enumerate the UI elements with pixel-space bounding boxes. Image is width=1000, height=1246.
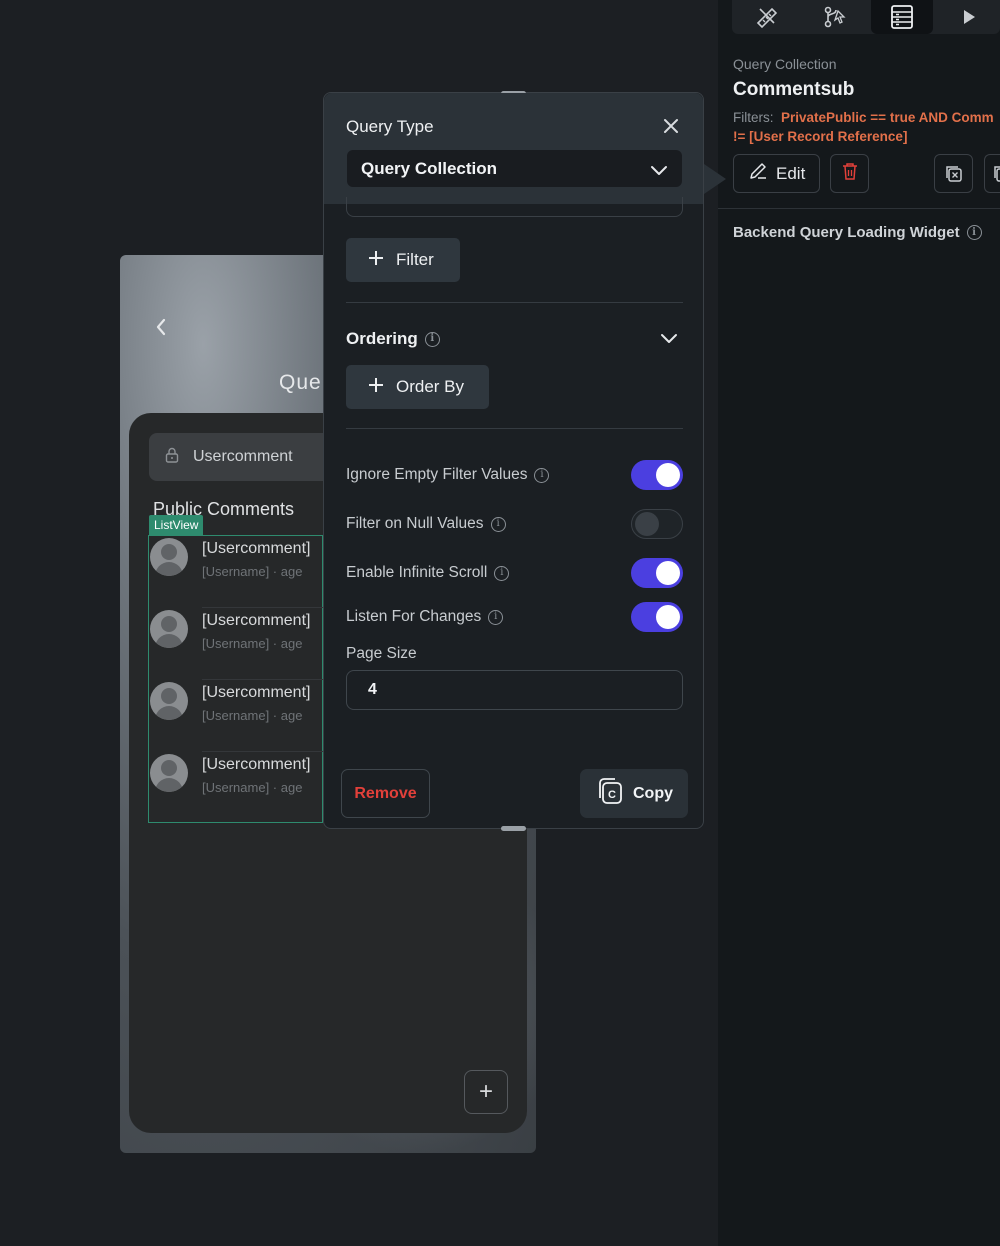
plus-icon xyxy=(368,250,384,271)
list-item[interactable]: [Usercomment] [Username] · age xyxy=(149,608,324,680)
comment-text: [Usercomment] xyxy=(202,612,311,629)
info-icon[interactable]: i xyxy=(488,609,504,625)
comment-text: [Usercomment] xyxy=(202,540,311,557)
popup-header: Query Type Query Collection xyxy=(324,93,703,204)
trash-icon xyxy=(841,161,859,186)
collection-name: Commentsub xyxy=(733,79,855,100)
usercomment-field[interactable]: Usercomment xyxy=(149,433,339,481)
plus-icon xyxy=(368,377,384,398)
ignore-empty-filter-toggle[interactable] xyxy=(631,460,683,490)
info-icon[interactable]: i xyxy=(494,565,510,581)
list-item[interactable]: [Usercomment] [Username] · age xyxy=(149,752,324,824)
info-icon[interactable]: i xyxy=(424,331,440,347)
avatar xyxy=(150,538,188,576)
backend-query-loading-widget[interactable]: Backend Query Loading Widget i xyxy=(733,224,982,241)
listen-for-changes-row: Listen For Changes i xyxy=(346,602,683,632)
comment-text: [Usercomment] xyxy=(202,756,311,773)
remove-query-button[interactable]: Remove xyxy=(341,769,430,818)
add-filter-label: Filter xyxy=(396,250,434,269)
close-icon[interactable] xyxy=(660,115,682,137)
ignore-empty-filter-row: Ignore Empty Filter Values i xyxy=(346,460,683,490)
pencil-icon xyxy=(748,161,768,186)
option-label: Listen For Changes xyxy=(346,608,482,625)
back-arrow-icon[interactable] xyxy=(154,317,168,342)
infinite-scroll-toggle[interactable] xyxy=(631,558,683,588)
chevron-down-icon[interactable] xyxy=(660,331,678,349)
filter-null-values-toggle[interactable] xyxy=(631,509,683,539)
comment-text: [Usercomment] xyxy=(202,684,311,701)
resize-handle-bottom[interactable] xyxy=(501,826,526,831)
infinite-scroll-row: Enable Infinite Scroll i xyxy=(346,558,683,588)
panel-tabbar xyxy=(732,0,1000,34)
divider xyxy=(718,208,1000,209)
listview-badge[interactable]: ListView xyxy=(149,515,204,535)
filters-value-cont: != [User Record Reference] xyxy=(733,129,908,144)
database-table-icon[interactable] xyxy=(871,0,933,34)
chevron-down-icon xyxy=(650,161,668,181)
query-type-title: Query Type xyxy=(346,117,434,136)
collapsed-field-edge xyxy=(346,197,683,217)
usercomment-field-label: Usercomment xyxy=(193,448,293,465)
option-label: Ignore Empty Filter Values xyxy=(346,466,528,483)
branch-flow-icon[interactable] xyxy=(804,0,866,34)
comment-meta: [Username] · age xyxy=(202,636,303,651)
info-icon[interactable]: i xyxy=(490,516,506,532)
popup-pointer xyxy=(704,164,726,194)
query-type-select[interactable]: Query Collection xyxy=(347,150,682,187)
add-order-by-button[interactable]: Order By xyxy=(346,365,489,409)
copy-label: Copy xyxy=(633,784,673,802)
order-by-label: Order By xyxy=(396,377,465,396)
query-type-value: Query Collection xyxy=(361,158,498,178)
avatar xyxy=(150,754,188,792)
edit-label: Edit xyxy=(776,163,806,183)
list-item[interactable]: [Usercomment] [Username] · age xyxy=(149,536,324,608)
option-label: Enable Infinite Scroll xyxy=(346,564,488,581)
properties-panel: Query Collection Commentsub Filters: Pri… xyxy=(718,0,1000,1246)
filter-null-values-row: Filter on Null Values i xyxy=(346,509,683,539)
add-comment-button[interactable]: + xyxy=(464,1070,508,1114)
comment-meta: [Username] · age xyxy=(202,708,303,723)
copy-icon: C xyxy=(595,777,623,810)
copy-query-button[interactable]: C Copy xyxy=(580,769,688,818)
comment-meta: [Username] · age xyxy=(202,780,303,795)
phone-page-title: Que xyxy=(279,371,322,394)
lock-icon xyxy=(165,447,179,468)
option-label: Filter on Null Values xyxy=(346,515,484,532)
backend-query-label: Backend Query Loading Widget xyxy=(733,224,960,241)
list-item[interactable]: [Usercomment] [Username] · age xyxy=(149,680,324,752)
page-size-input[interactable]: 4 xyxy=(346,670,683,710)
filters-summary: Filters: PrivatePublic == true AND Comm … xyxy=(733,108,1000,146)
query-popup: Query Type Query Collection Filter Order… xyxy=(323,91,704,831)
filters-label: Filters: xyxy=(733,110,774,125)
avatar xyxy=(150,682,188,720)
delete-query-button[interactable] xyxy=(830,154,869,193)
clear-copy-icon[interactable] xyxy=(934,154,973,193)
query-type-label: Query Collection xyxy=(733,56,837,72)
divider xyxy=(346,428,683,429)
paint-tools-icon[interactable] xyxy=(736,0,798,34)
page-size-label: Page Size xyxy=(346,645,417,662)
comments-listview[interactable]: [Usercomment] [Username] · age [Usercomm… xyxy=(148,535,324,824)
info-icon[interactable]: i xyxy=(534,467,550,483)
listen-for-changes-toggle[interactable] xyxy=(631,602,683,632)
edit-query-button[interactable]: Edit xyxy=(733,154,820,193)
ordering-label: Ordering xyxy=(346,329,418,348)
play-icon[interactable] xyxy=(938,0,1000,34)
ordering-section: Ordering i xyxy=(346,329,440,349)
svg-text:C: C xyxy=(608,789,616,801)
avatar xyxy=(150,610,188,648)
comment-meta: [Username] · age xyxy=(202,564,303,579)
divider xyxy=(346,302,683,303)
copy-icon[interactable] xyxy=(984,154,1000,193)
add-filter-button[interactable]: Filter xyxy=(346,238,460,282)
info-icon[interactable]: i xyxy=(966,225,982,240)
filters-value: PrivatePublic == true AND Comm xyxy=(781,110,994,125)
